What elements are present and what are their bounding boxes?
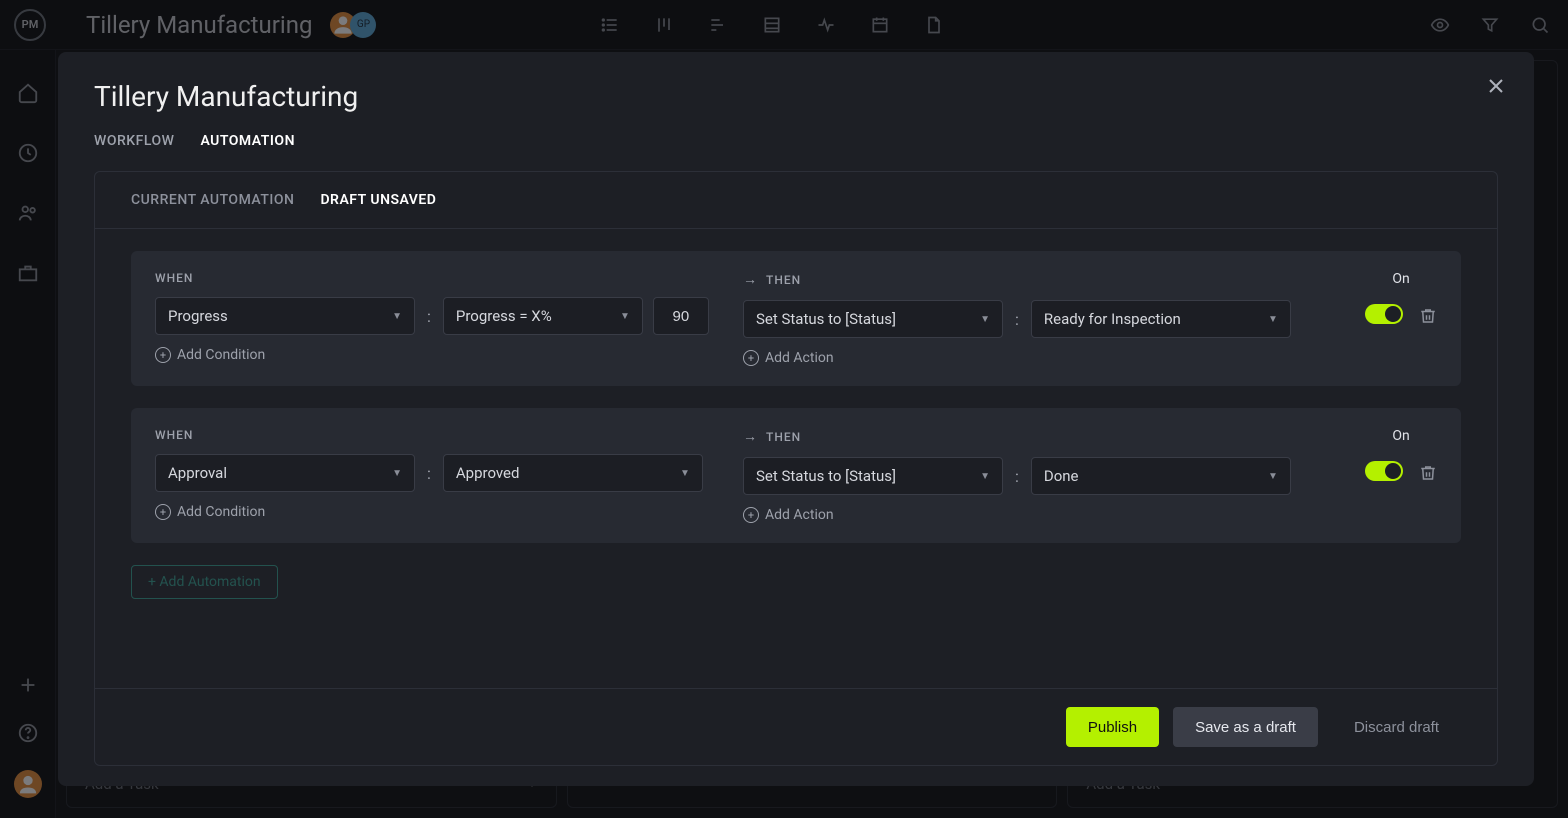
plus-circle-icon: + <box>155 347 171 363</box>
add-action-button[interactable]: + Add Action <box>743 350 1303 366</box>
automation-panel: CURRENT AUTOMATION DRAFT UNSAVED WHEN Pr… <box>94 171 1498 766</box>
sheet-icon[interactable] <box>762 15 782 35</box>
search-icon[interactable] <box>1530 15 1550 35</box>
when-label: WHEN <box>155 428 715 442</box>
briefcase-icon[interactable] <box>17 262 39 284</box>
action-field-select[interactable]: Set Status to [Status] ▼ <box>743 457 1003 495</box>
chevron-down-icon: ▼ <box>620 311 630 322</box>
eye-icon[interactable] <box>1430 15 1450 35</box>
plus-circle-icon: + <box>743 350 759 366</box>
colon: : <box>425 464 433 483</box>
automation-rule: WHEN Approval ▼ : Approved ▼ + <box>131 408 1461 543</box>
left-rail <box>0 50 56 818</box>
board-icon[interactable] <box>654 15 674 35</box>
select-value: Approval <box>168 464 227 482</box>
action-field-select[interactable]: Set Status to [Status] ▼ <box>743 300 1003 338</box>
rule-toggle[interactable] <box>1365 461 1403 481</box>
when-label: WHEN <box>155 271 715 285</box>
select-value: Done <box>1044 467 1079 485</box>
team-icon[interactable] <box>17 202 39 224</box>
home-icon[interactable] <box>17 82 39 104</box>
then-label: → THEN <box>743 428 1303 445</box>
help-icon[interactable] <box>17 722 39 744</box>
app-logo: PM <box>14 9 46 41</box>
discard-draft-button[interactable]: Discard draft <box>1332 707 1461 747</box>
panel-tab-draft[interactable]: DRAFT UNSAVED <box>320 192 436 208</box>
select-value: Approved <box>456 464 520 482</box>
automation-rule: WHEN Progress ▼ : Progress = X% ▼ <box>131 251 1461 386</box>
action-value-select[interactable]: Done ▼ <box>1031 457 1291 495</box>
add-condition-button[interactable]: + Add Condition <box>155 347 715 363</box>
chevron-down-icon: ▼ <box>680 468 690 479</box>
trash-icon[interactable] <box>1419 307 1437 325</box>
save-draft-button[interactable]: Save as a draft <box>1173 707 1318 747</box>
avatar[interactable]: GP <box>350 12 376 38</box>
arrow-right-icon: → <box>743 428 758 445</box>
then-label: → THEN <box>743 271 1303 288</box>
calendar-icon[interactable] <box>870 15 890 35</box>
activity-icon[interactable] <box>816 15 836 35</box>
publish-button[interactable]: Publish <box>1066 707 1159 747</box>
project-title: Tillery Manufacturing <box>86 11 312 39</box>
user-avatar[interactable] <box>14 770 42 798</box>
add-condition-label: Add Condition <box>177 347 265 363</box>
plus-circle-icon: + <box>743 507 759 523</box>
select-value: Ready for Inspection <box>1044 310 1181 328</box>
trash-icon[interactable] <box>1419 464 1437 482</box>
list-icon[interactable] <box>600 15 620 35</box>
chevron-down-icon: ▼ <box>392 468 402 479</box>
clock-icon[interactable] <box>17 142 39 164</box>
select-value: Progress = X% <box>456 307 552 325</box>
colon: : <box>1013 467 1021 486</box>
rule-toggle[interactable] <box>1365 304 1403 324</box>
add-action-label: Add Action <box>765 350 834 366</box>
add-action-label: Add Action <box>765 507 834 523</box>
trigger-operator-select[interactable]: Progress = X% ▼ <box>443 297 643 335</box>
automation-modal: Tillery Manufacturing WORKFLOW AUTOMATIO… <box>58 52 1534 786</box>
tab-automation[interactable]: AUTOMATION <box>200 133 295 149</box>
modal-title: Tillery Manufacturing <box>94 80 1498 113</box>
plus-circle-icon: + <box>155 504 171 520</box>
member-avatars[interactable]: GP <box>330 12 370 38</box>
file-icon[interactable] <box>924 15 944 35</box>
add-condition-label: Add Condition <box>177 504 265 520</box>
plus-icon[interactable] <box>17 674 39 696</box>
top-bar: PM Tillery Manufacturing GP <box>0 0 1568 50</box>
add-condition-button[interactable]: + Add Condition <box>155 504 715 520</box>
tab-workflow[interactable]: WORKFLOW <box>94 133 174 149</box>
chevron-down-icon: ▼ <box>1268 471 1278 482</box>
colon: : <box>1013 310 1021 329</box>
add-automation-button[interactable]: + Add Automation <box>131 565 278 599</box>
chevron-down-icon: ▼ <box>392 311 402 322</box>
toggle-label: On <box>1392 428 1409 444</box>
chevron-down-icon: ▼ <box>980 471 990 482</box>
arrow-right-icon: → <box>743 271 758 288</box>
close-icon[interactable] <box>1484 74 1508 98</box>
add-action-button[interactable]: + Add Action <box>743 507 1303 523</box>
panel-footer: Publish Save as a draft Discard draft <box>95 688 1497 765</box>
select-value: Set Status to [Status] <box>756 310 896 328</box>
trigger-value-input[interactable] <box>653 297 709 335</box>
trigger-field-select[interactable]: Progress ▼ <box>155 297 415 335</box>
select-value: Set Status to [Status] <box>756 467 896 485</box>
colon: : <box>425 307 433 326</box>
gantt-icon[interactable] <box>708 15 728 35</box>
action-value-select[interactable]: Ready for Inspection ▼ <box>1031 300 1291 338</box>
trigger-field-select[interactable]: Approval ▼ <box>155 454 415 492</box>
panel-tab-current[interactable]: CURRENT AUTOMATION <box>131 192 294 208</box>
trigger-operator-select[interactable]: Approved ▼ <box>443 454 703 492</box>
chevron-down-icon: ▼ <box>980 314 990 325</box>
chevron-down-icon: ▼ <box>1268 314 1278 325</box>
filter-icon[interactable] <box>1480 15 1500 35</box>
select-value: Progress <box>168 307 228 325</box>
toggle-label: On <box>1392 271 1409 287</box>
